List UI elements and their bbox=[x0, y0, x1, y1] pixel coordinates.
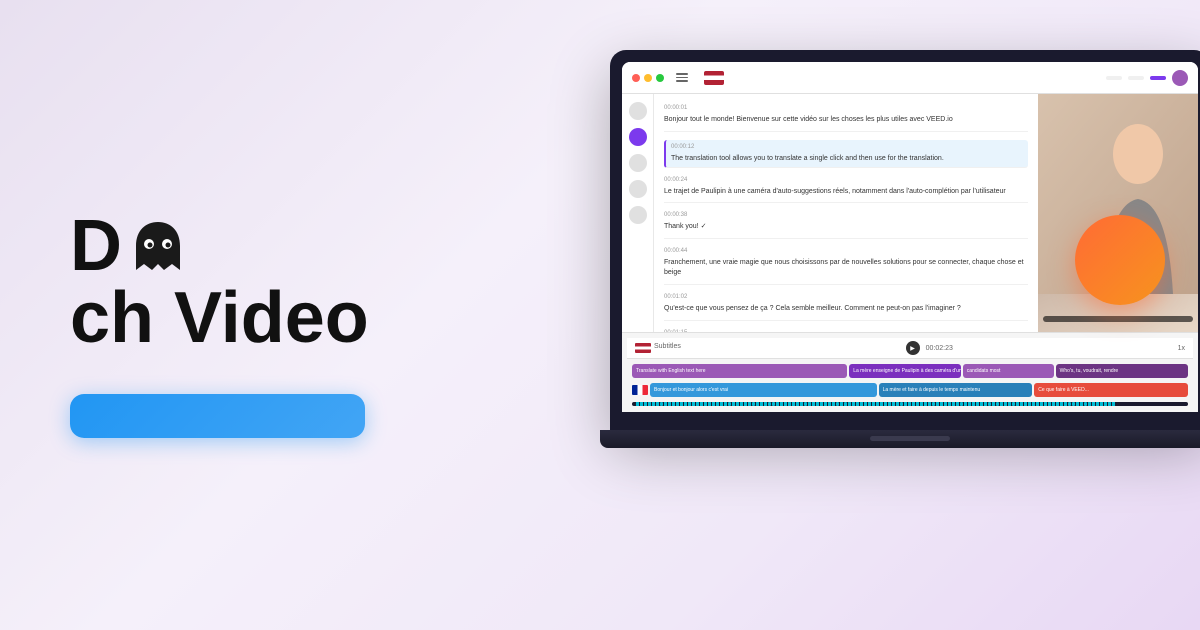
headline: D ch Video bbox=[70, 210, 420, 354]
subtitle-text-2: The translation tool allows you to trans… bbox=[671, 154, 1023, 164]
subtitle-tracks: Translate with English text here La mère… bbox=[632, 364, 1188, 378]
subtitle-time-2: 00:00:12 bbox=[671, 143, 1023, 152]
ghost-icon bbox=[126, 214, 190, 278]
fr-subtitle-track: Bonjour et bonjour alors c'est vrai La m… bbox=[632, 383, 1188, 397]
translation-badge bbox=[1075, 215, 1165, 305]
audio-waveform: // Generate waveform bars const waveform… bbox=[632, 402, 1188, 406]
play-button[interactable]: ▶ bbox=[906, 341, 920, 355]
en-track-3: candidats most bbox=[963, 364, 1054, 378]
user-avatar bbox=[1172, 70, 1188, 86]
us-flag bbox=[704, 71, 724, 85]
minimize-dot bbox=[644, 74, 652, 82]
window-controls bbox=[632, 74, 664, 82]
subtitle-block-6: 00:01:02 Qu'est-ce que vous pensez de ça… bbox=[664, 293, 1028, 321]
sidebar-icon-3 bbox=[629, 180, 647, 198]
en-flag bbox=[635, 343, 651, 353]
subtitles-panel: 00:00:01 Bonjour tout le monde! Bienvenu… bbox=[654, 94, 1038, 332]
left-section: D ch Video bbox=[0, 132, 480, 498]
sidebar-icon-2 bbox=[629, 154, 647, 172]
headline-text2: ch Video bbox=[70, 282, 369, 354]
speed-control: 1x bbox=[1178, 345, 1185, 352]
fr-flag bbox=[632, 385, 648, 395]
tool-sidebar bbox=[622, 94, 654, 332]
right-section: 00:00:01 Bonjour tout le monde! Bienvenu… bbox=[480, 0, 1200, 630]
tools-button[interactable] bbox=[1128, 76, 1144, 80]
timeline-time: 00:02:23 bbox=[926, 345, 953, 352]
close-dot bbox=[632, 74, 640, 82]
menu-icon bbox=[676, 73, 688, 82]
subtitle-block-3: 00:00:24 Le trajet de Paulipin à une cam… bbox=[664, 176, 1028, 204]
subtitle-time-4: 00:00:38 bbox=[664, 211, 1028, 220]
subtitle-block-1: 00:00:01 Bonjour tout le monde! Bienvenu… bbox=[664, 104, 1028, 132]
screen-topbar bbox=[622, 62, 1198, 94]
timeline-section: Subtitles ▶ 00:02:23 1x Tra bbox=[622, 332, 1198, 412]
subtitle-block-5: 00:00:44 Franchement, une vraie magie qu… bbox=[664, 247, 1028, 285]
sidebar-icon-4 bbox=[629, 206, 647, 224]
topbar-actions bbox=[1106, 70, 1188, 86]
export-button[interactable] bbox=[1150, 76, 1166, 80]
laptop-base bbox=[600, 430, 1200, 448]
en-track-2: La mère enseigne de Paulipin à des camér… bbox=[849, 364, 961, 378]
subtitle-time-1: 00:00:01 bbox=[664, 104, 1028, 113]
headline-text: D bbox=[70, 210, 122, 282]
en-track-1: Translate with English text here bbox=[632, 364, 847, 378]
episode-button[interactable] bbox=[1106, 76, 1122, 80]
timeline-controls: Subtitles ▶ 00:02:23 1x bbox=[627, 338, 1193, 359]
subtitle-text-3: Le trajet de Paulipin à une caméra d'aut… bbox=[664, 187, 1028, 197]
subtitle-text-4: Thank you! ✓ bbox=[664, 222, 1028, 232]
subtitle-block-4: 00:00:38 Thank you! ✓ bbox=[664, 211, 1028, 239]
fr-track-2: La mère et faire à depuis le temps maint… bbox=[879, 383, 1033, 397]
subtitle-text-1: Bonjour tout le monde! Bienvenue sur cet… bbox=[664, 115, 1028, 125]
subtitle-time-3: 00:00:24 bbox=[664, 176, 1028, 185]
sidebar-icon-1 bbox=[629, 102, 647, 120]
fr-track-3: Ce que faire à VEED... bbox=[1034, 383, 1188, 397]
en-subtitle-track: Translate with English text here La mère… bbox=[632, 364, 1188, 378]
subtitle-text-6: Qu'est-ce que vous pensez de ça ? Cela s… bbox=[664, 304, 1028, 314]
sidebar-icon-active bbox=[629, 128, 647, 146]
get-started-button[interactable] bbox=[70, 394, 365, 438]
subtitle-time-6: 00:01:02 bbox=[664, 293, 1028, 302]
en-label: Subtitles bbox=[654, 343, 681, 353]
maximize-dot bbox=[656, 74, 664, 82]
panel-title bbox=[732, 72, 1098, 83]
video-caption bbox=[1043, 316, 1193, 322]
fr-track-1: Bonjour et bonjour alors c'est vrai bbox=[650, 383, 877, 397]
subtitle-block-2: 00:00:12 The translation tool allows you… bbox=[664, 140, 1028, 168]
subtitle-flags: Subtitles bbox=[635, 343, 681, 353]
en-track-4: Who's, tu, voudrait, rendre bbox=[1056, 364, 1188, 378]
subtitle-text-5: Franchement, une vraie magie que nous ch… bbox=[664, 258, 1028, 278]
subtitle-time-5: 00:00:44 bbox=[664, 247, 1028, 256]
